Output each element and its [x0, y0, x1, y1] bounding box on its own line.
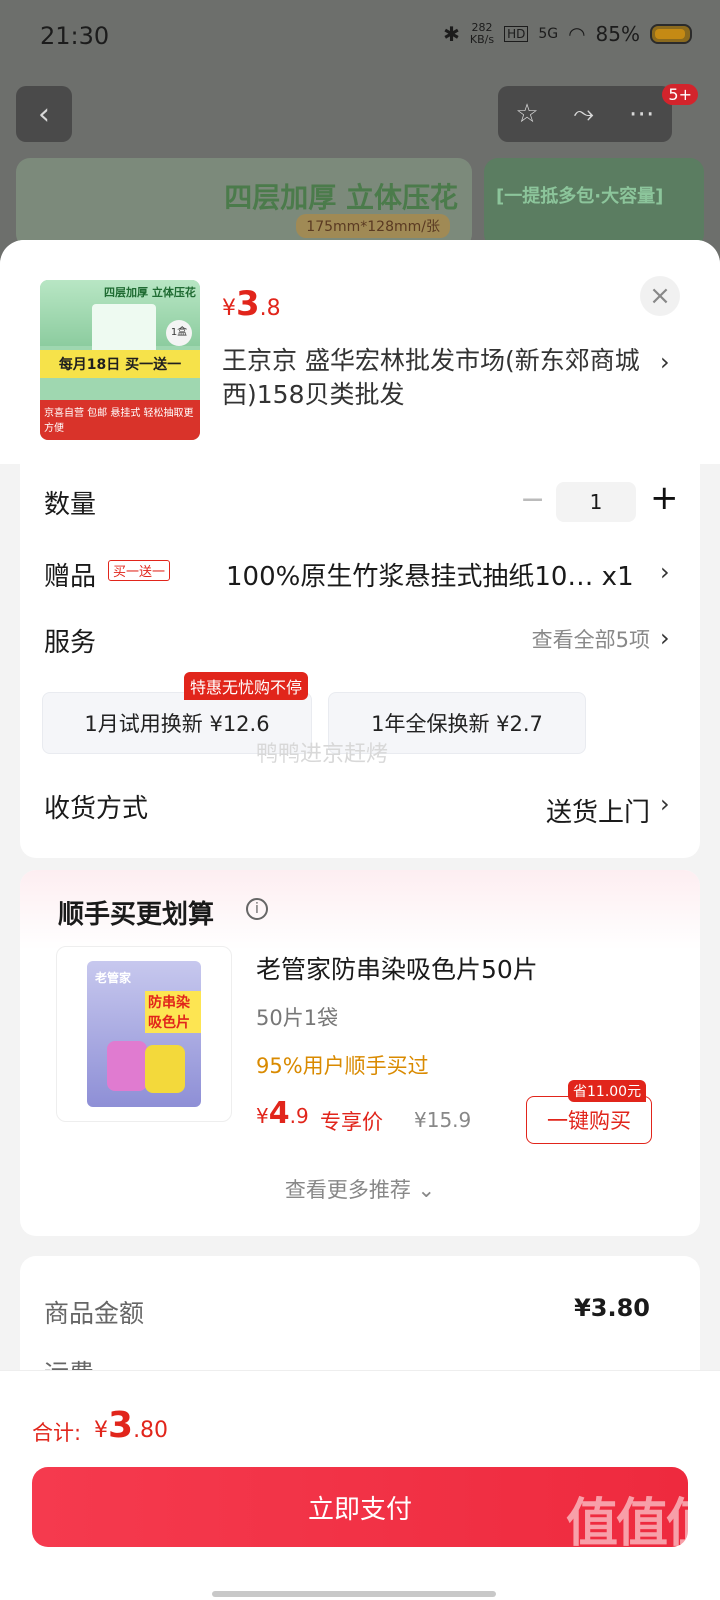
info-icon[interactable]: i	[246, 898, 268, 920]
chevron-left-icon: ‹	[38, 96, 50, 132]
share-icon[interactable]: ⤳	[573, 99, 594, 130]
banner2-title: [一提抵多包·大容量]	[496, 186, 664, 207]
pack-brand: 老管家	[95, 971, 132, 985]
recommend-item-price: ¥4.9	[256, 1096, 309, 1131]
gift-tag: 买一送一	[108, 560, 171, 581]
recommend-item-bought: 95%用户顺手买过	[256, 1054, 429, 1078]
product-thumbnail: 四层加厚 立体压花 1盒 每月18日 买一送一 京喜自营 包邮 悬挂式 轻松抽取…	[40, 280, 200, 440]
goods-amount-label: 商品金额	[44, 1299, 145, 1328]
more-recommend-link[interactable]: 查看更多推荐 ⌄	[20, 1174, 700, 1204]
service-view-all[interactable]: 查看全部5项	[460, 624, 650, 654]
signal-icon: 5G	[538, 26, 559, 42]
more-icon[interactable]: ⋯	[629, 99, 655, 129]
quantity-minus-button[interactable]: −	[520, 482, 545, 517]
status-bar: 21:30 ✱ 282 KB/s HD 5G ◠ 85%	[0, 0, 720, 72]
thumb-label-top: 四层加厚 立体压花	[104, 286, 196, 299]
thumb-promo-strip: 每月18日 买一送一	[40, 350, 200, 378]
product-banner-2: [一提抵多包·大容量]	[484, 158, 704, 248]
save-badge: 省11.00元	[568, 1080, 647, 1102]
gift-label: 赠品	[44, 562, 97, 592]
star-icon[interactable]: ☆	[515, 99, 538, 129]
chevron-right-icon: ›	[660, 348, 670, 376]
store-name[interactable]: 王京京 盛华宏林批发市场(新东郊商城西)158贝类批发	[222, 344, 642, 412]
shipping-label: 收货方式	[44, 794, 149, 824]
site-watermark-logo: 值值值	[566, 1494, 718, 1554]
home-indicator[interactable]	[212, 1591, 496, 1597]
quantity-input[interactable]: 1	[556, 482, 636, 522]
watermark-text: 鸭鸭进京赶烤	[256, 742, 389, 767]
quantity-label: 数量	[44, 490, 97, 520]
recommend-item-image[interactable]: 老管家 防串染吸色片	[56, 946, 232, 1122]
product-banner: 四层加厚 立体压花 175mm*128mm/张	[16, 158, 472, 248]
exclusive-price-label: 专享价	[320, 1110, 383, 1134]
status-icons: ✱ 282 KB/s HD 5G ◠ 85%	[443, 22, 692, 46]
gift-item[interactable]: 100%原生竹浆悬挂式抽纸10… x1	[226, 556, 646, 593]
banner-title: 四层加厚 立体压花	[224, 181, 458, 214]
recommend-item-name[interactable]: 老管家防串染吸色片50片	[256, 950, 538, 986]
original-price: ¥15.9	[414, 1108, 472, 1132]
recommend-title: 顺手买更划算	[58, 900, 215, 930]
thumb-label-bottom: 京喜自营 包邮 悬挂式 轻松抽取更方便	[40, 400, 200, 440]
sheet-header: 四层加厚 立体压花 1盒 每月18日 买一送一 京喜自营 包邮 悬挂式 轻松抽取…	[0, 240, 720, 464]
battery-icon	[650, 24, 692, 44]
net-speed: 282 KB/s	[469, 21, 495, 46]
battery-percent: 85%	[595, 22, 640, 46]
service-promo-tag: 特惠无忧购不停	[184, 672, 309, 700]
hd-icon: HD	[504, 26, 529, 42]
recommend-item-spec: 50片1袋	[256, 1006, 339, 1030]
quantity-plus-button[interactable]: +	[650, 478, 679, 518]
header-actions: ☆ ⤳ ⋯	[498, 86, 672, 142]
chevron-right-icon: ›	[660, 624, 670, 652]
goods-amount-value: ¥3.80	[574, 1294, 650, 1322]
purchase-sheet: 四层加厚 立体压花 1盒 每月18日 买一送一 京喜自营 包邮 悬挂式 轻松抽取…	[0, 240, 720, 1600]
chevron-right-icon: ›	[660, 790, 670, 818]
service-label: 服务	[44, 628, 97, 658]
options-card: 数量 − 1 + 赠品 买一送一 100%原生竹浆悬挂式抽纸10… x1 › 服…	[20, 464, 700, 858]
shipping-value[interactable]: 送货上门	[480, 792, 650, 829]
total-value: ¥3.80	[94, 1405, 169, 1446]
back-button[interactable]: ‹	[16, 86, 72, 142]
banner-size: 175mm*128mm/张	[296, 214, 450, 238]
recommend-card: 顺手买更划算 i 老管家 防串染吸色片 老管家防串染吸色片50片 50片1袋 9…	[20, 870, 700, 1236]
product-price: ¥3.8	[222, 284, 281, 324]
wifi-icon: ◠	[568, 22, 586, 46]
thumb-seal: 1盒	[166, 320, 192, 346]
pack-label: 防串染吸色片	[145, 991, 201, 1033]
close-button[interactable]: ×	[640, 276, 680, 316]
bluetooth-icon: ✱	[443, 22, 460, 46]
total-label: 合计:	[32, 1421, 82, 1445]
site-watermark-url: zhizhizhi.com	[560, 1547, 669, 1566]
close-icon: ×	[649, 281, 671, 311]
chevron-right-icon: ›	[660, 558, 670, 586]
message-badge: 5+	[662, 84, 698, 105]
checkout-footer: 合计: ¥3.80 立即支付 值值值 zhizhizhi.com	[0, 1370, 720, 1600]
one-click-buy-button[interactable]: 一键购买	[526, 1096, 652, 1144]
status-time: 21:30	[40, 22, 110, 50]
